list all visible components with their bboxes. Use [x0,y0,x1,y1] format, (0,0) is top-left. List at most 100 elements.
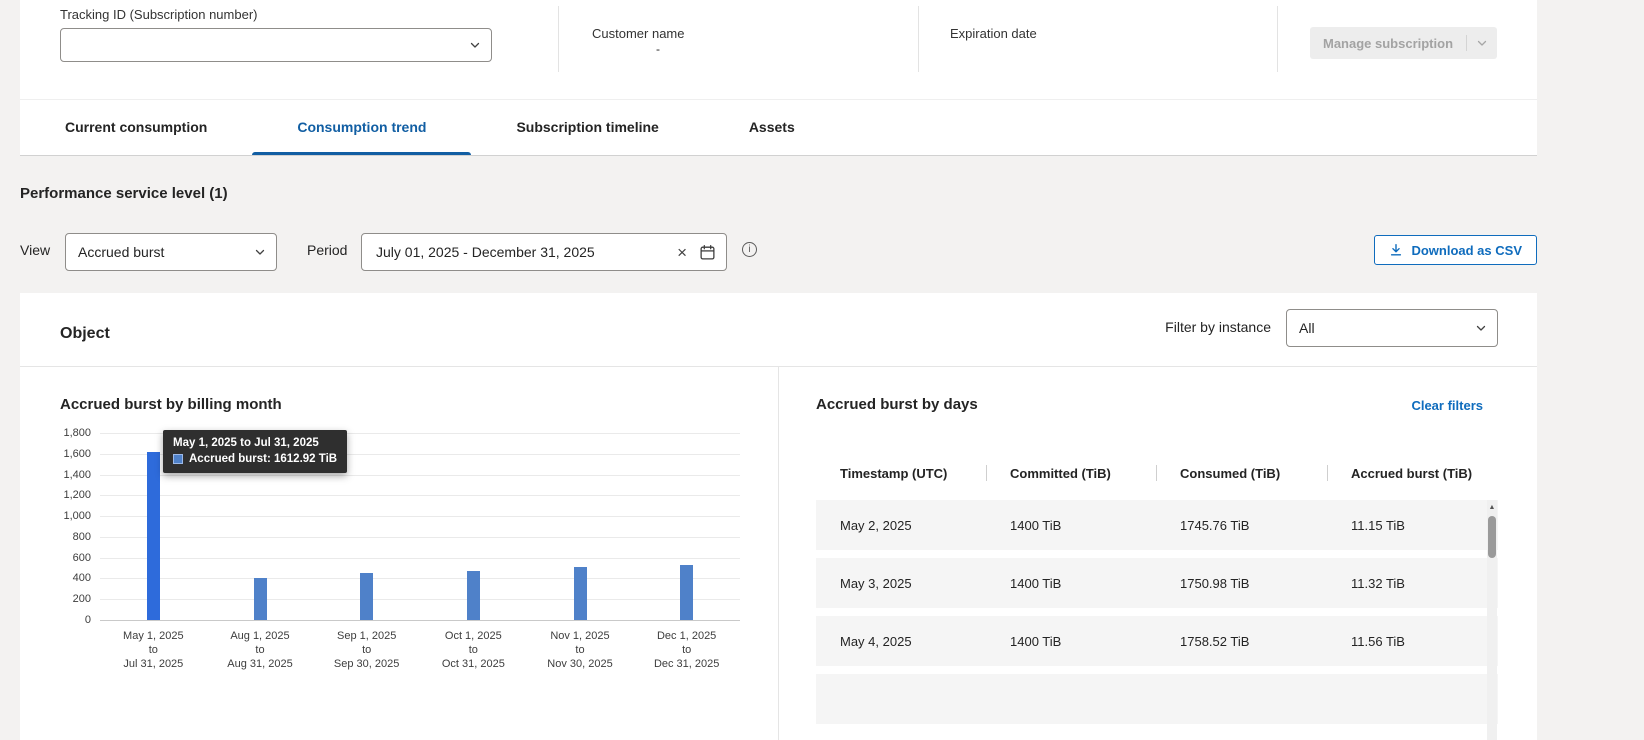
table-cell: 1745.76 TiB [1156,518,1327,533]
legend-swatch-icon [173,454,183,464]
tooltip-title: May 1, 2025 to Jul 31, 2025 [173,437,337,449]
table-cell: 11.56 TiB [1327,634,1498,649]
chart-gridline [100,516,740,517]
chart-title: Accrued burst by billing month [60,396,282,413]
expiration-date-section: Expiration date [918,0,1277,99]
chart-y-axis: 02004006008001,0001,2001,4001,6001,800 [20,433,91,620]
customer-name-section: Customer name - [558,0,918,99]
tab-subscription-timeline[interactable]: Subscription timeline [471,100,703,155]
view-label: View [20,231,50,269]
chart-gridline [100,537,740,538]
y-axis-tick-label: 200 [20,593,91,605]
chevron-down-icon [254,246,266,258]
x-axis-tick-label: Aug 1, 2025toAug 31, 2025 [207,629,314,671]
y-axis-tick-label: 1,600 [20,448,91,460]
x-axis-tick-label: Dec 1, 2025toDec 31, 2025 [633,629,740,671]
clear-filters-link[interactable]: Clear filters [1411,398,1483,413]
scrollbar-thumb[interactable] [1488,516,1496,558]
object-panel: Object Filter by instance All Accrued bu… [20,293,1537,740]
manage-subscription-section: Manage subscription [1277,0,1537,99]
view-value: Accrued burst [78,244,254,260]
chart-bar[interactable] [147,452,160,620]
y-axis-tick-label: 800 [20,531,91,543]
chart-bar[interactable] [360,573,373,620]
chart-gridline [100,599,740,600]
tracking-id-section: Tracking ID (Subscription number) [20,0,558,99]
table-row[interactable]: May 3, 20251400 TiB1750.98 TiB11.32 TiB [816,558,1498,608]
calendar-icon[interactable] [699,244,716,261]
column-separator [986,465,987,481]
table-row[interactable]: May 2, 20251400 TiB1745.76 TiB11.15 TiB [816,500,1498,550]
period-input[interactable]: July 01, 2025 - December 31, 2025 × [361,233,727,271]
chart-x-axis: May 1, 2025toJul 31, 2025Aug 1, 2025toAu… [100,629,740,681]
table-header-cell: Committed (TiB) [986,456,1156,490]
table-cell: 1750.98 TiB [1156,576,1327,591]
y-axis-tick-label: 1,200 [20,489,91,501]
table-cell: 1400 TiB [986,576,1156,591]
info-icon[interactable]: i [742,242,757,257]
table-body: May 2, 20251400 TiB1745.76 TiB11.15 TiBM… [816,500,1498,732]
table-header-cell: Timestamp (UTC) [816,456,986,490]
table-cell: May 2, 2025 [816,518,986,533]
y-axis-tick-label: 0 [20,614,91,626]
chevron-down-icon [1475,322,1487,334]
expiration-date-label: Expiration date [950,26,1037,41]
table-cell: 1400 TiB [986,518,1156,533]
chart-bar[interactable] [254,578,267,620]
clear-period-icon[interactable]: × [677,244,687,261]
chart-gridline [100,475,740,476]
download-csv-label: Download as CSV [1411,243,1522,258]
chart-gridline [100,620,740,621]
object-panel-title: Object [60,325,110,343]
split-button-divider [1466,35,1467,51]
tracking-id-combobox[interactable] [60,28,492,62]
manage-subscription-button[interactable]: Manage subscription [1310,27,1497,59]
chart-gridline [100,558,740,559]
chevron-down-icon [469,39,481,51]
section-title: Performance service level (1) [20,185,228,202]
customer-name-label: Customer name [592,26,684,41]
up-arrow-glyph: ▲ [1489,504,1496,511]
period-value: July 01, 2025 - December 31, 2025 [376,244,671,260]
tab-bar: Current consumptionConsumption trendSubs… [20,100,1537,156]
chart-gridline [100,495,740,496]
tracking-id-label: Tracking ID (Subscription number) [60,7,257,22]
x-axis-tick-label: Nov 1, 2025toNov 30, 2025 [527,629,634,671]
download-csv-button[interactable]: Download as CSV [1374,235,1537,265]
chevron-down-icon[interactable] [1476,37,1488,49]
tab-consumption-trend[interactable]: Consumption trend [252,100,471,155]
column-separator [1327,465,1328,481]
y-axis-tick-label: 600 [20,552,91,564]
table-cell: May 3, 2025 [816,576,986,591]
table-header-cell: Accrued burst (TiB) [1327,456,1498,490]
table-row[interactable]: May 4, 20251400 TiB1758.52 TiB11.56 TiB [816,616,1498,666]
chart-gridline [100,578,740,579]
filter-by-instance-label: Filter by instance [1165,319,1271,335]
chart-bar[interactable] [467,571,480,620]
x-axis-tick-label: Oct 1, 2025toOct 31, 2025 [420,629,527,671]
period-label: Period [307,231,347,269]
chart-bar[interactable] [574,567,587,621]
y-axis-tick-label: 1,000 [20,510,91,522]
tab-current-consumption[interactable]: Current consumption [20,100,252,155]
table-cell: May 4, 2025 [816,634,986,649]
filter-by-instance-dropdown[interactable]: All [1286,309,1498,347]
manage-subscription-label: Manage subscription [1310,36,1466,51]
filter-row: View Accrued burst Period July 01, 2025 … [20,231,1537,269]
table-scrollbar[interactable]: ▲ [1487,500,1497,740]
customer-name-value: - [656,42,660,56]
download-icon [1389,243,1403,257]
info-glyph: i [748,244,750,255]
y-axis-tick-label: 1,400 [20,469,91,481]
y-axis-tick-label: 400 [20,572,91,584]
subscription-header: Tracking ID (Subscription number) Custom… [20,0,1537,100]
scrollbar-up-arrow[interactable]: ▲ [1487,500,1497,514]
column-separator [1156,465,1157,481]
chart-tooltip: May 1, 2025 to Jul 31, 2025 Accrued burs… [163,430,347,473]
table-row-partial [816,674,1498,724]
tab-assets[interactable]: Assets [704,100,840,155]
x-axis-tick-label: May 1, 2025toJul 31, 2025 [100,629,207,671]
x-axis-tick-label: Sep 1, 2025toSep 30, 2025 [313,629,420,671]
chart-bar[interactable] [680,565,693,620]
view-dropdown[interactable]: Accrued burst [65,233,277,271]
